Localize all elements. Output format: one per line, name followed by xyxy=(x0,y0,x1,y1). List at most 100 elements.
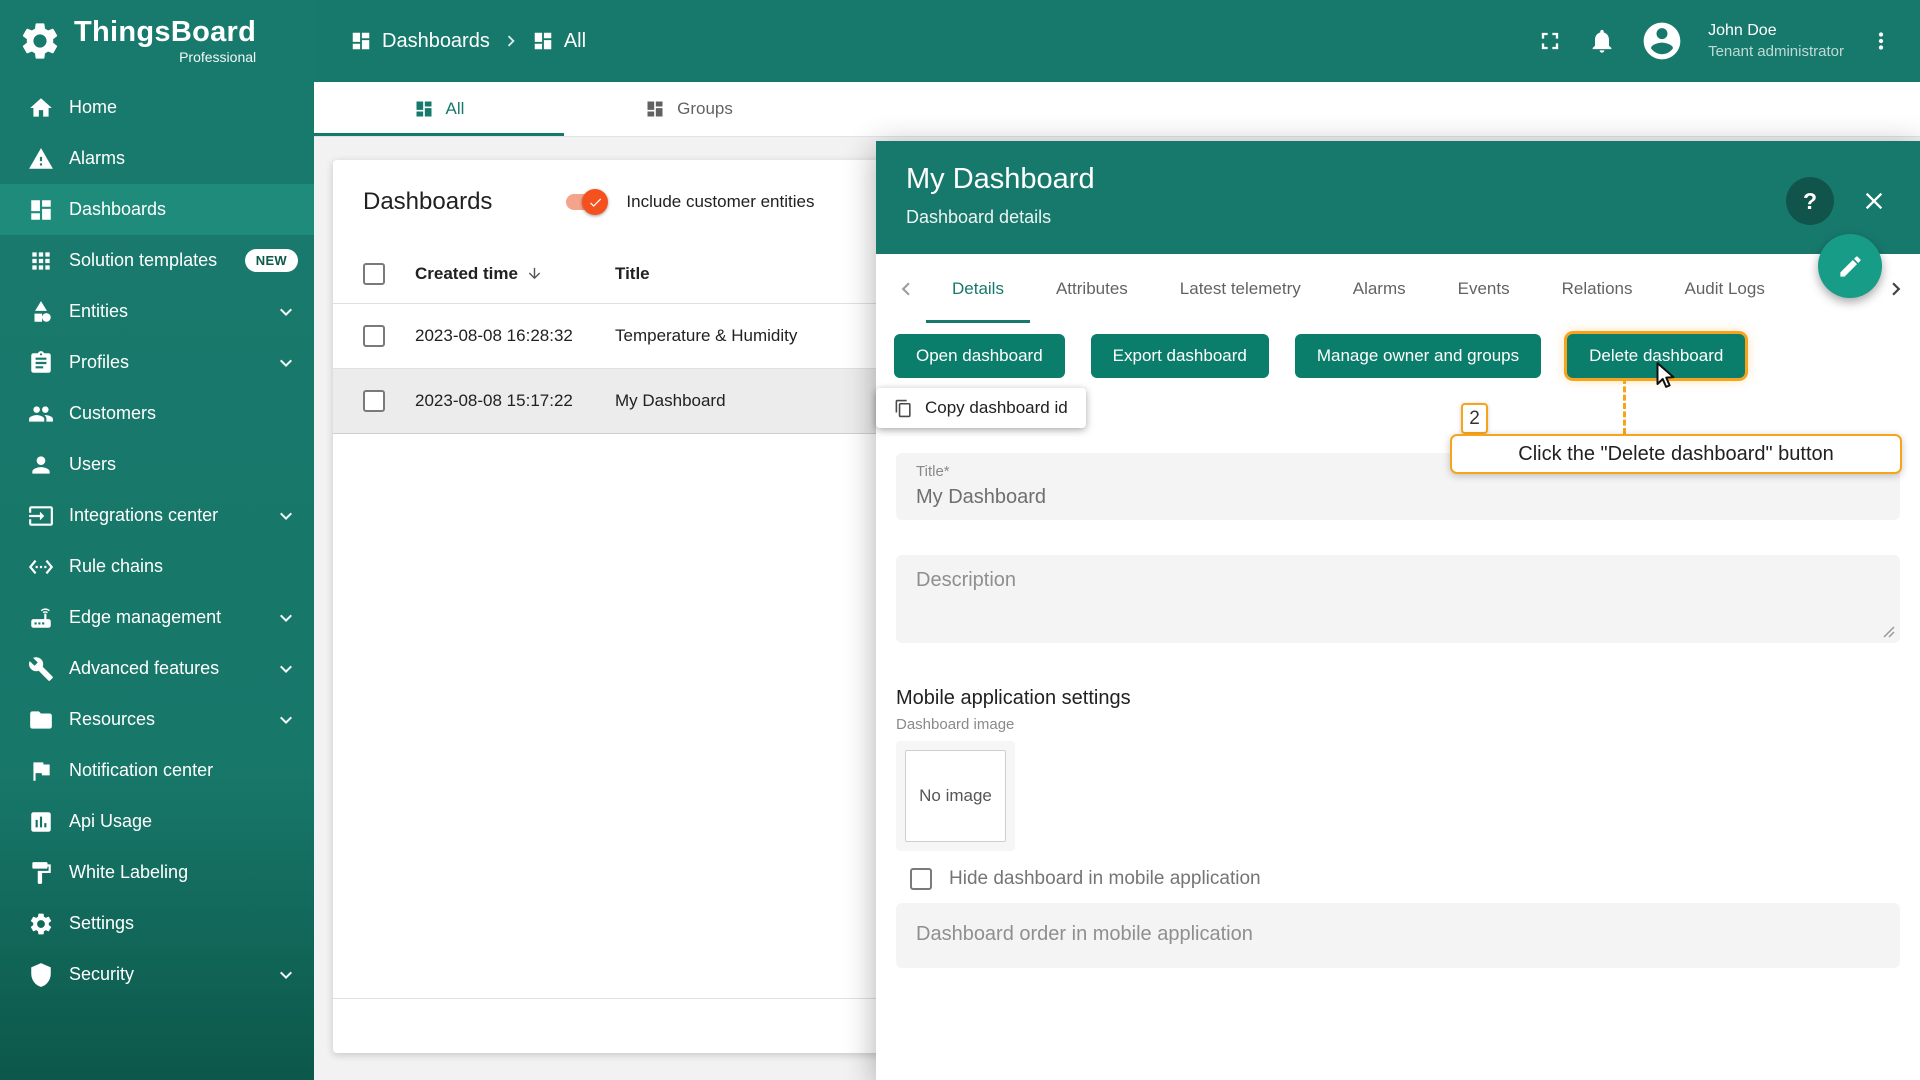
sidebar-item-edge-management[interactable]: Edge management xyxy=(0,592,314,643)
sidebar-item-entities[interactable]: Entities xyxy=(0,286,314,337)
sidebar-item-notification-center[interactable]: Notification center xyxy=(0,745,314,796)
sidebar-item-advanced-features[interactable]: Advanced features xyxy=(0,643,314,694)
router-icon xyxy=(28,605,54,631)
column-created-time[interactable]: Created time xyxy=(415,264,518,284)
fullscreen-icon xyxy=(1536,27,1564,55)
input-icon xyxy=(28,503,54,529)
page-title: Dashboards xyxy=(363,188,492,216)
hide-dashboard-label: Hide dashboard in mobile application xyxy=(949,868,1261,890)
sidebar-item-white-labeling[interactable]: White Labeling xyxy=(0,847,314,898)
sidebar-item-label: Rule chains xyxy=(69,556,163,577)
chevron-down-icon xyxy=(274,504,298,528)
manage-owner-groups-button[interactable]: Manage owner and groups xyxy=(1295,334,1541,378)
tab-relations[interactable]: Relations xyxy=(1536,254,1659,323)
sidebar-item-customers[interactable]: Customers xyxy=(0,388,314,439)
build-icon xyxy=(28,656,54,682)
select-all-checkbox[interactable] xyxy=(363,263,385,285)
dashboard-image-dropzone[interactable]: No image xyxy=(896,741,1015,851)
breadcrumb-dashboards[interactable]: Dashboards xyxy=(350,30,490,53)
include-customer-entities-toggle[interactable] xyxy=(564,189,608,215)
drawer-header: My Dashboard Dashboard details ? xyxy=(876,141,1920,254)
chart-icon xyxy=(28,809,54,835)
sidebar-item-label: Security xyxy=(69,964,134,985)
tabs-scroll-right-button[interactable] xyxy=(1876,269,1916,309)
row-checkbox[interactable] xyxy=(363,325,385,347)
sidebar-item-home[interactable]: Home xyxy=(0,82,314,133)
fullscreen-button[interactable] xyxy=(1536,27,1564,55)
dashboards-icon xyxy=(28,197,54,223)
sidebar-item-solution-templates[interactable]: Solution templates NEW xyxy=(0,235,314,286)
tab-groups[interactable]: Groups xyxy=(564,82,814,136)
resize-handle[interactable] xyxy=(1883,626,1895,638)
category-icon xyxy=(28,299,54,325)
sidebar-item-dashboards[interactable]: Dashboards xyxy=(0,184,314,235)
breadcrumb-all[interactable]: All xyxy=(532,30,586,53)
user-name: John Doe xyxy=(1708,21,1844,42)
row-checkbox[interactable] xyxy=(363,390,385,412)
dashboard-order-field[interactable]: Dashboard order in mobile application xyxy=(896,903,1900,968)
sidebar-item-alarms[interactable]: Alarms xyxy=(0,133,314,184)
toggle-knob xyxy=(582,189,608,215)
sort-desc-icon[interactable] xyxy=(526,265,543,282)
sidebar-item-label: White Labeling xyxy=(69,862,188,883)
export-dashboard-button[interactable]: Export dashboard xyxy=(1091,334,1269,378)
group-icon xyxy=(532,30,554,52)
chevron-down-icon xyxy=(274,606,298,630)
dashboard-image-label: Dashboard image xyxy=(896,716,1900,733)
notifications-button[interactable] xyxy=(1588,27,1616,55)
drawer-action-buttons: Open dashboard Export dashboard Manage o… xyxy=(876,334,1920,378)
sidebar-item-integrations-center[interactable]: Integrations center xyxy=(0,490,314,541)
help-button[interactable]: ? xyxy=(1786,177,1834,225)
sidebar-item-resources[interactable]: Resources xyxy=(0,694,314,745)
close-icon[interactable] xyxy=(1860,187,1888,215)
sidebar: ThingsBoard Professional Home Alarms Das… xyxy=(0,0,314,1080)
open-dashboard-button[interactable]: Open dashboard xyxy=(894,334,1065,378)
tab-attributes[interactable]: Attributes xyxy=(1030,254,1154,323)
bell-icon xyxy=(1588,27,1616,55)
user-block: John Doe Tenant administrator xyxy=(1708,21,1844,61)
app-bar: Dashboards All John Doe Tenant administr… xyxy=(314,0,1920,82)
logo-subtitle: Professional xyxy=(179,50,256,64)
screen: ThingsBoard Professional Home Alarms Das… xyxy=(0,0,1920,1080)
pencil-icon xyxy=(1837,253,1864,280)
annotation-connector-line xyxy=(1623,378,1626,434)
sidebar-item-rule-chains[interactable]: Rule chains xyxy=(0,541,314,592)
tab-alarms[interactable]: Alarms xyxy=(1327,254,1432,323)
tabs-scroll-left-button[interactable] xyxy=(886,269,926,309)
copy-dashboard-id-button[interactable]: Copy dashboard id xyxy=(876,388,1086,428)
tab-events[interactable]: Events xyxy=(1432,254,1536,323)
app-bar-actions: John Doe Tenant administrator xyxy=(1536,19,1894,63)
tab-audit-logs[interactable]: Audit Logs xyxy=(1659,254,1791,323)
edit-fab-button[interactable] xyxy=(1818,234,1882,298)
sidebar-item-label: Advanced features xyxy=(69,658,219,679)
sidebar-item-api-usage[interactable]: Api Usage xyxy=(0,796,314,847)
sidebar-item-label: Home xyxy=(69,97,117,118)
sidebar-item-label: Resources xyxy=(69,709,155,730)
description-field[interactable]: Description xyxy=(896,555,1900,643)
chevron-down-icon xyxy=(274,300,298,324)
chevron-down-icon xyxy=(274,708,298,732)
sidebar-item-security[interactable]: Security xyxy=(0,949,314,1000)
hide-dashboard-checkbox[interactable] xyxy=(910,868,932,890)
drawer-title: My Dashboard xyxy=(906,163,1890,196)
sidebar-item-settings[interactable]: Settings xyxy=(0,898,314,949)
sidebar-item-profiles[interactable]: Profiles xyxy=(0,337,314,388)
no-image-placeholder: No image xyxy=(905,750,1006,842)
tab-latest-telemetry[interactable]: Latest telemetry xyxy=(1154,254,1327,323)
tab-label: Events xyxy=(1458,279,1510,299)
avatar[interactable] xyxy=(1640,19,1684,63)
folder-icon xyxy=(28,707,54,733)
kebab-menu-icon[interactable] xyxy=(1868,28,1894,54)
tab-details[interactable]: Details xyxy=(926,254,1030,323)
dashboards-icon xyxy=(350,30,372,52)
sidebar-item-users[interactable]: Users xyxy=(0,439,314,490)
cell-title: My Dashboard xyxy=(615,391,726,410)
chevron-left-icon xyxy=(893,276,919,302)
column-title[interactable]: Title xyxy=(615,264,650,283)
tab-label: All xyxy=(446,99,465,119)
cursor-icon xyxy=(1650,360,1680,390)
tab-all[interactable]: All xyxy=(314,82,564,136)
dashboard-details-drawer: My Dashboard Dashboard details ? Details… xyxy=(876,141,1920,1080)
sidebar-item-label: Alarms xyxy=(69,148,125,169)
tab-label: Latest telemetry xyxy=(1180,279,1301,299)
